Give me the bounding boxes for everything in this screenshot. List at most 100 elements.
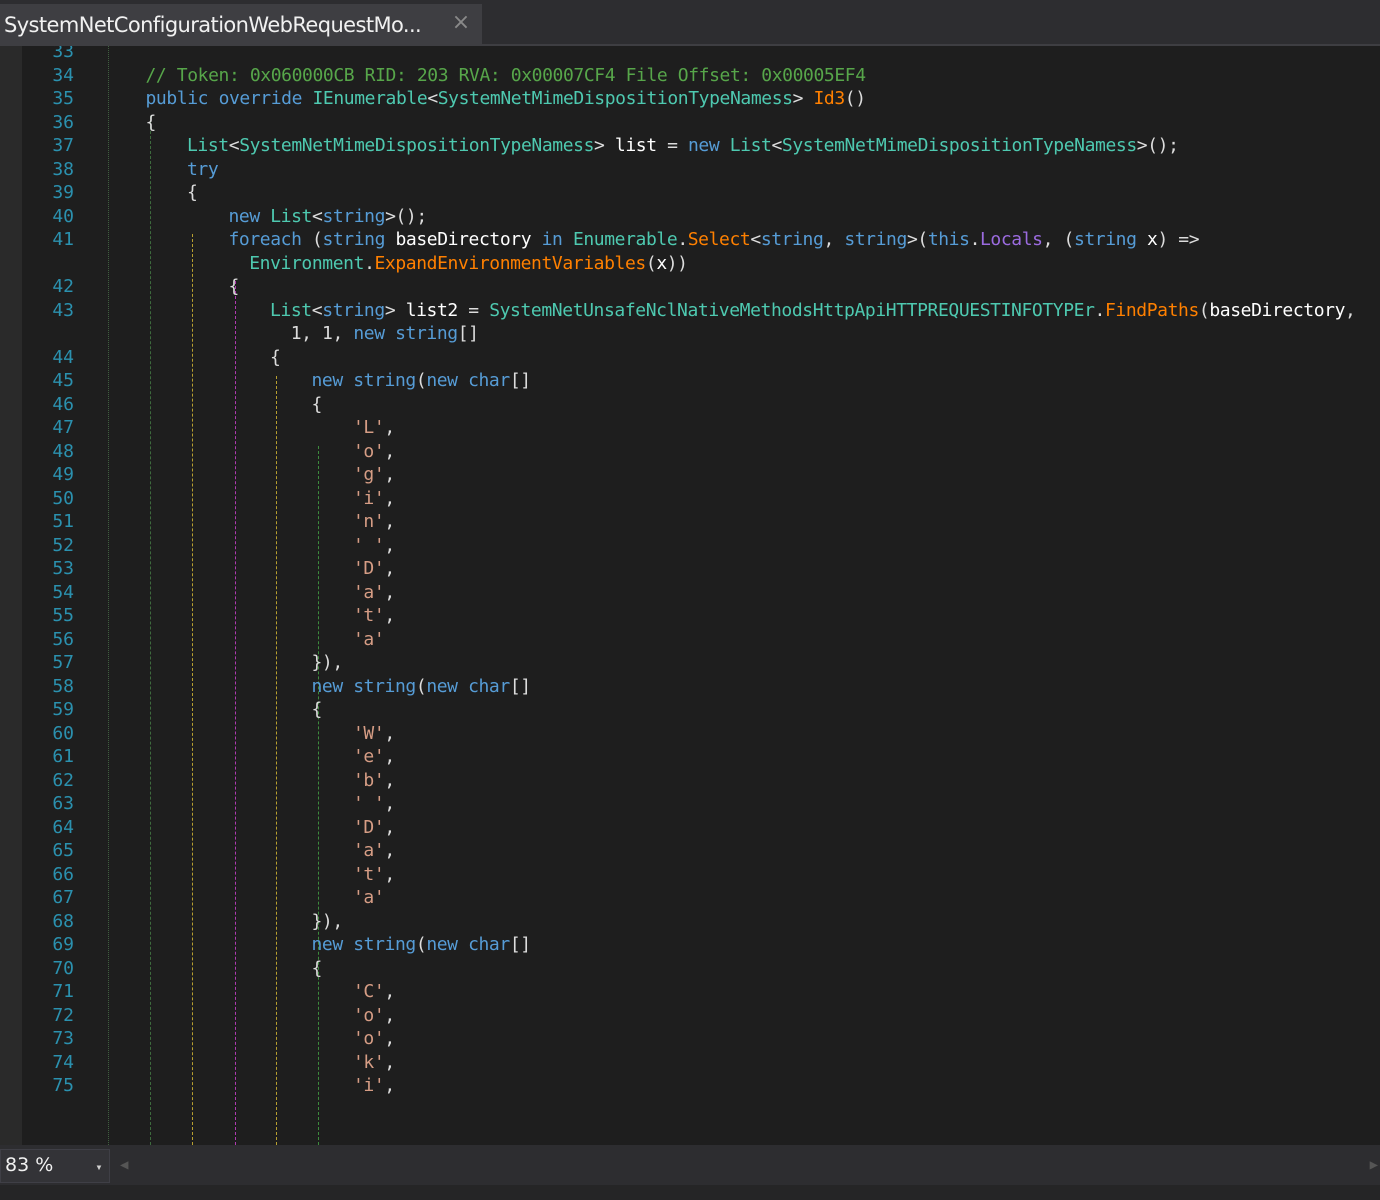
code-token: override <box>218 88 303 109</box>
code-text: 'C', <box>353 980 395 1004</box>
code-token: string <box>322 205 386 227</box>
code-token: baseDirectory <box>1209 299 1346 321</box>
line-number: 55 <box>52 605 74 626</box>
line-number: 41 <box>52 229 74 250</box>
code-token: > <box>792 88 814 109</box>
line-number: 72 <box>52 1004 74 1026</box>
code-token: , <box>384 534 395 556</box>
code-text: // Token: 0x060000CB RID: 203 RVA: 0x000… <box>146 64 867 88</box>
chevron-down-icon[interactable]: ▾ <box>89 1156 109 1178</box>
code-token: ( <box>301 229 323 250</box>
code-token: SystemNetUnsafeNclNativeMethodsHttpApiHT… <box>489 299 1095 321</box>
line-number: 33 <box>52 46 74 62</box>
code-token: ExpandEnvironmentVariables <box>374 252 647 274</box>
close-icon[interactable]: × <box>450 12 472 34</box>
code-line: 49 'g', <box>0 463 1380 487</box>
code-token: 'L' <box>353 417 385 438</box>
document-tab[interactable]: SystemNetConfigurationWebRequestMo... × <box>0 4 482 46</box>
code-text: ' ', <box>353 534 395 558</box>
code-line: 61 'e', <box>0 745 1380 769</box>
line-number: 75 <box>52 1075 74 1096</box>
code-token: , <box>384 1028 395 1049</box>
code-token: [] <box>509 675 531 697</box>
code-token: 'o' <box>353 1004 385 1026</box>
line-number: 49 <box>52 464 74 485</box>
code-line: 50 'i', <box>0 487 1380 511</box>
code-text: { <box>312 698 323 722</box>
code-token: , <box>384 1075 395 1096</box>
code-line: 74 'k', <box>0 1051 1380 1075</box>
code-line: 34 // Token: 0x060000CB RID: 203 RVA: 0x0… <box>0 64 1380 88</box>
code-token: ' ' <box>353 534 385 556</box>
code-line: 1, 1, new string[] <box>0 322 1380 346</box>
code-text: 'a' <box>353 886 385 910</box>
code-token: FindPaths <box>1104 299 1199 321</box>
code-token: ) => <box>1157 229 1200 250</box>
code-text: 't', <box>353 863 395 887</box>
line-number: 36 <box>52 111 74 133</box>
code-line: 73 'o', <box>0 1027 1380 1051</box>
code-token: . <box>969 229 981 250</box>
code-token: 'a' <box>353 581 385 603</box>
code-token: SystemNetMimeDispositionTypeNamess <box>239 135 595 156</box>
scroll-right-icon[interactable]: ▶ <box>1370 1157 1378 1173</box>
code-text: 'a', <box>353 839 395 863</box>
code-token: { <box>270 346 281 368</box>
code-token: , <box>384 464 395 485</box>
horizontal-scrollbar[interactable]: ◀ ▶ <box>112 1149 1380 1183</box>
code-text: 'o', <box>353 1027 395 1051</box>
code-text: 'D', <box>353 816 395 840</box>
code-token: new <box>353 323 385 344</box>
code-token: char <box>468 675 510 697</box>
code-line: 67 'a' <box>0 886 1380 910</box>
code-line: 57}), <box>0 651 1380 675</box>
line-number: 46 <box>52 393 74 415</box>
line-number: 69 <box>52 934 74 955</box>
zoom-combobox[interactable]: 83 % ▾ <box>0 1149 110 1183</box>
code-token: new <box>687 135 720 156</box>
code-text: 'D', <box>353 557 395 581</box>
code-line: 69 new string(new char[] <box>0 933 1380 957</box>
code-token: }), <box>311 910 344 932</box>
code-token: 'a' <box>353 628 385 650</box>
code-editor[interactable]: 33 34 // Token: 0x060000CB RID: 203 RVA: 0… <box>0 46 1380 1145</box>
code-token: string <box>844 229 907 250</box>
line-number: 67 <box>52 887 74 908</box>
code-token: [] <box>457 323 479 344</box>
code-token: , <box>384 487 395 509</box>
code-token: 't' <box>353 605 385 626</box>
line-number: 61 <box>52 746 74 767</box>
code-line: 39 { <box>0 181 1380 205</box>
code-text: 'o', <box>353 1004 395 1028</box>
code-token: , <box>823 229 845 250</box>
code-text: 'W', <box>353 722 395 746</box>
code-text: 1, 1, new string[] <box>291 322 479 346</box>
line-number: 71 <box>52 981 74 1002</box>
line-number: 43 <box>52 299 74 321</box>
code-text: List<string> list2 = SystemNetUnsafeNclN… <box>270 299 1356 323</box>
code-text: 'a' <box>353 628 385 652</box>
code-token: { <box>311 393 323 415</box>
scroll-left-icon[interactable]: ◀ <box>120 1157 128 1173</box>
code-token: , <box>384 417 395 438</box>
code-token: }), <box>311 652 344 673</box>
code-token: , <box>1345 299 1356 321</box>
code-token: ( <box>1198 299 1210 321</box>
code-line: 63 ' ', <box>0 792 1380 816</box>
code-token: = <box>457 299 490 321</box>
code-token: , <box>384 863 395 885</box>
code-token: x <box>656 252 667 274</box>
code-line: 56 'a' <box>0 628 1380 652</box>
code-line: 40 new List<string>(); <box>0 205 1380 229</box>
code-token: string <box>322 299 385 321</box>
code-token: new <box>311 675 344 697</box>
code-token: string <box>353 675 416 697</box>
